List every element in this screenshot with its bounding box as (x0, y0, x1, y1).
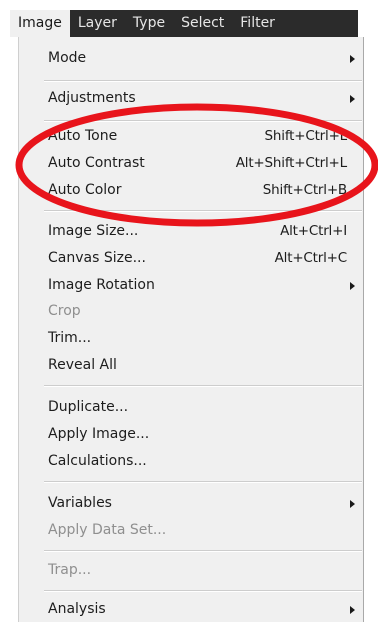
menu-item-label: Auto Tone (48, 128, 118, 144)
screenshot: Image Layer Type Select Filter Mode Adju… (0, 0, 378, 622)
menu-item-trap: Trap... (19, 559, 363, 583)
menu-item-calculations[interactable]: Calculations... (19, 450, 363, 474)
menu-item-label: Reveal All (48, 357, 117, 373)
menu-item-label: Auto Contrast (48, 155, 145, 171)
menu-item-variables[interactable]: Variables (19, 492, 363, 516)
menu-item-crop: Crop (19, 300, 363, 324)
submenu-arrow-icon (350, 55, 355, 63)
menu-item-label: Auto Color (48, 182, 122, 198)
menu-item-label: Variables (48, 495, 112, 511)
menu-item-analysis[interactable]: Analysis (19, 598, 363, 622)
submenu-arrow-icon (350, 282, 355, 290)
menu-item-duplicate[interactable]: Duplicate... (19, 396, 363, 420)
menu-item-auto-tone[interactable]: Auto Tone Shift+Ctrl+L (19, 125, 363, 149)
menu-separator (44, 590, 362, 592)
menu-item-label: Apply Data Set... (48, 522, 167, 538)
menu-item-label: Image Rotation (48, 277, 155, 293)
menu-separator (44, 550, 362, 552)
menu-item-image-size[interactable]: Image Size... Alt+Ctrl+I (19, 220, 363, 244)
menu-item-trim[interactable]: Trim... (19, 327, 363, 351)
menu-item-shortcut: Shift+Ctrl+L (264, 128, 348, 144)
menu-item-label: Crop (48, 303, 81, 319)
menu-item-shortcut: Shift+Ctrl+B (262, 182, 347, 198)
menu-item-label: Analysis (48, 601, 106, 617)
menu-item-label: Adjustments (48, 90, 136, 106)
menu-item-canvas-size[interactable]: Canvas Size... Alt+Ctrl+C (19, 247, 363, 271)
submenu-arrow-icon (350, 606, 355, 614)
menubar-item-layer[interactable]: Layer (70, 10, 125, 37)
menubar: Image Layer Type Select Filter (10, 10, 358, 37)
menu-item-label: Apply Image... (48, 426, 150, 442)
submenu-arrow-icon (350, 500, 355, 508)
menubar-item-select[interactable]: Select (173, 10, 232, 37)
menu-item-adjustments[interactable]: Adjustments (19, 87, 363, 111)
menu-item-mode[interactable]: Mode (19, 47, 363, 71)
menu-item-label: Image Size... (48, 223, 139, 239)
menu-item-reveal-all[interactable]: Reveal All (19, 354, 363, 378)
menubar-item-type[interactable]: Type (125, 10, 173, 37)
menu-separator (44, 80, 362, 82)
menu-item-shortcut: Alt+Shift+Ctrl+L (235, 155, 347, 171)
menu-item-auto-color[interactable]: Auto Color Shift+Ctrl+B (19, 179, 363, 203)
menu-item-label: Trap... (48, 562, 92, 578)
image-menu-dropdown: Mode Adjustments Auto Tone Shift+Ctrl+L … (18, 37, 364, 622)
menu-item-auto-contrast[interactable]: Auto Contrast Alt+Shift+Ctrl+L (19, 152, 363, 176)
menu-separator (44, 481, 362, 483)
menu-item-apply-data-set: Apply Data Set... (19, 519, 363, 543)
menu-item-shortcut: Alt+Ctrl+C (274, 250, 348, 266)
menu-item-label: Trim... (48, 330, 92, 346)
submenu-arrow-icon (350, 95, 355, 103)
menu-separator (44, 210, 362, 212)
menu-item-label: Duplicate... (48, 399, 129, 415)
menu-separator (44, 120, 362, 122)
menu-item-label: Canvas Size... (48, 250, 146, 266)
menu-separator (44, 385, 362, 387)
menubar-item-image[interactable]: Image (10, 10, 70, 37)
menubar-item-filter[interactable]: Filter (232, 10, 283, 37)
menu-item-apply-image[interactable]: Apply Image... (19, 423, 363, 447)
menu-item-label: Mode (48, 50, 87, 66)
menu-item-shortcut: Alt+Ctrl+I (280, 223, 347, 239)
menu-item-label: Calculations... (48, 453, 147, 469)
menu-item-image-rotation[interactable]: Image Rotation (19, 274, 363, 298)
